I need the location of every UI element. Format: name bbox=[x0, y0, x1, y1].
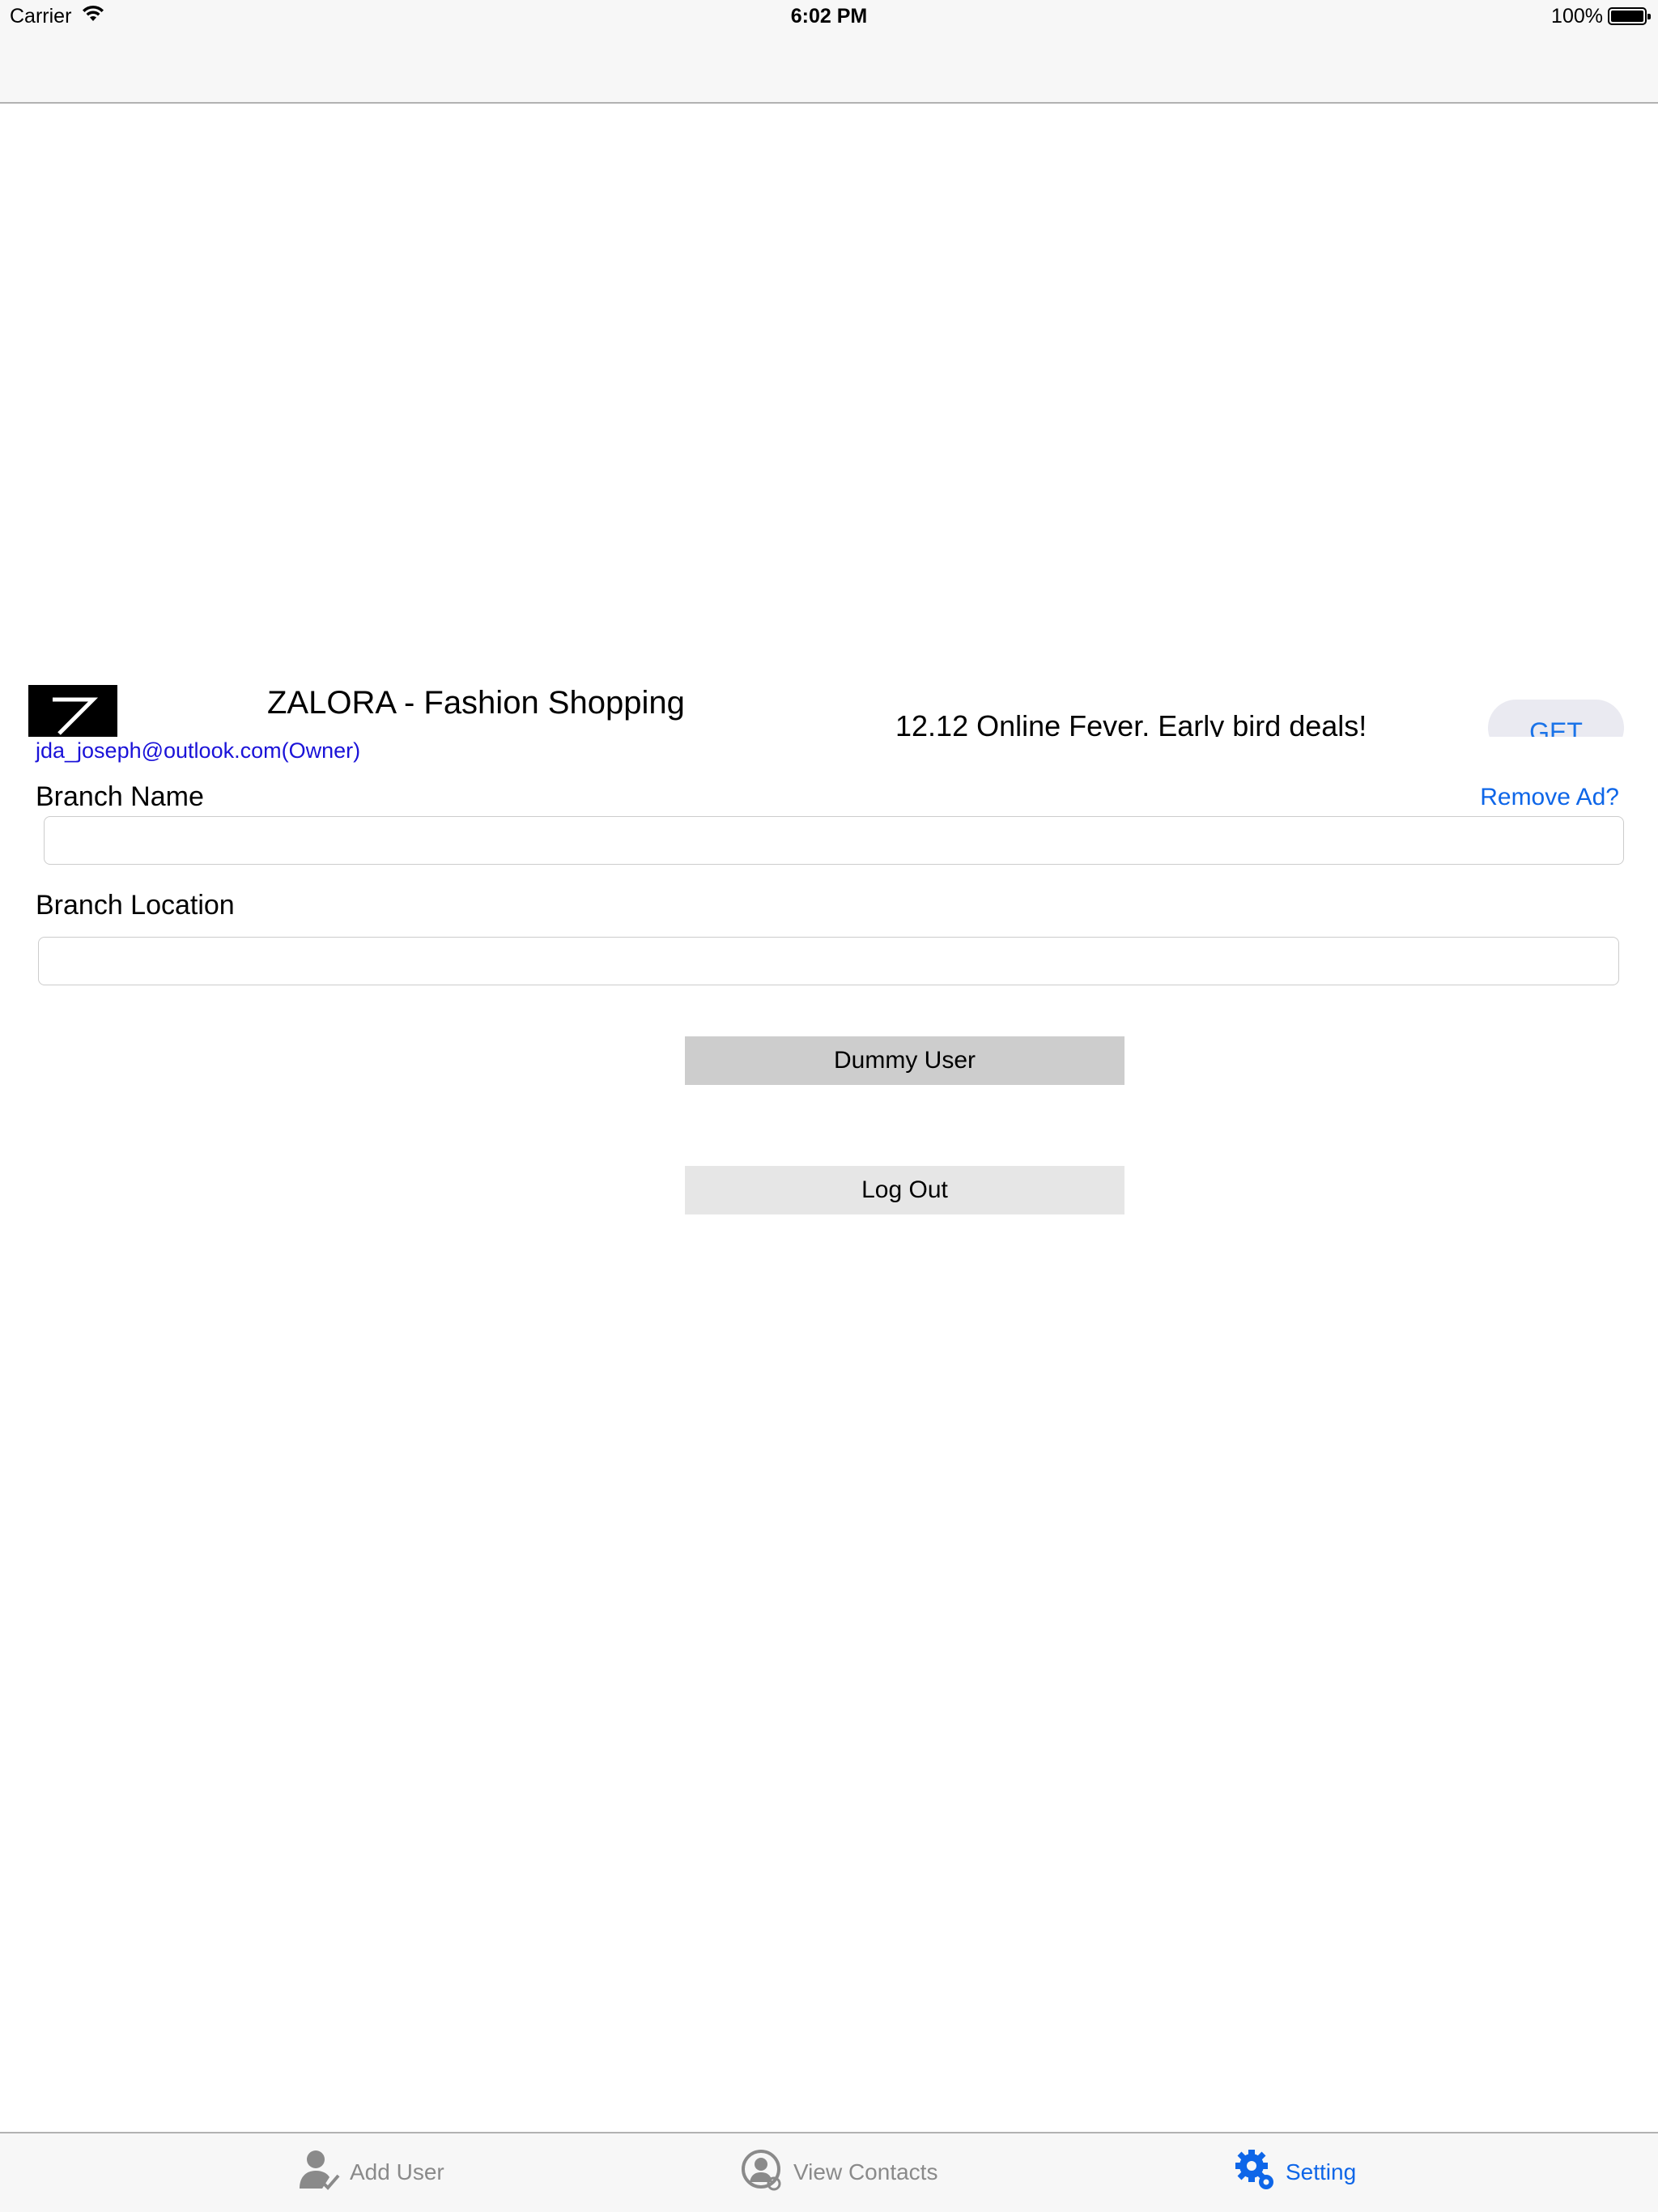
ad-get-button[interactable]: GET bbox=[1488, 700, 1624, 737]
logout-button[interactable]: Log Out bbox=[685, 1166, 1124, 1214]
tab-add-user-label: Add User bbox=[350, 2159, 444, 2184]
branch-location-input[interactable] bbox=[38, 937, 1619, 985]
gear-icon bbox=[1235, 2150, 1273, 2189]
tab-view-contacts[interactable]: View Contacts bbox=[742, 2148, 952, 2198]
tab-setting[interactable]: Setting bbox=[1234, 2148, 1412, 2198]
branch-name-label: Branch Name bbox=[36, 781, 204, 812]
tab-add-user[interactable]: Add User bbox=[298, 2148, 460, 2198]
ad-banner[interactable]: ZALORA - Fashion Shopping 12.12 Online F… bbox=[0, 654, 1658, 737]
status-bar: Carrier 6:02 PM 100% bbox=[0, 0, 1658, 32]
tab-setting-label: Setting bbox=[1286, 2159, 1357, 2184]
branch-name-input[interactable] bbox=[44, 816, 1624, 865]
zalora-logo-icon bbox=[28, 685, 117, 737]
ad-headline: 12.12 Online Fever. Early bird deals! bbox=[895, 709, 1367, 737]
battery-percentage: 100% bbox=[1551, 5, 1603, 28]
add-user-icon bbox=[300, 2150, 340, 2190]
tab-view-contacts-label: View Contacts bbox=[793, 2159, 938, 2184]
ad-title: ZALORA - Fashion Shopping bbox=[267, 685, 685, 721]
tab-bar: Add User View Contacts Setting bbox=[0, 2132, 1658, 2212]
owner-email: jda_joseph@outlook.com(Owner) bbox=[36, 738, 361, 763]
battery-icon bbox=[1608, 7, 1651, 25]
dummy-user-button[interactable]: Dummy User bbox=[685, 1036, 1124, 1085]
view-contacts-icon bbox=[742, 2150, 781, 2191]
navigation-bar bbox=[0, 32, 1658, 104]
remove-ad-link[interactable]: Remove Ad? bbox=[1480, 784, 1619, 811]
branch-location-label: Branch Location bbox=[36, 890, 235, 921]
clock: 6:02 PM bbox=[790, 5, 868, 28]
